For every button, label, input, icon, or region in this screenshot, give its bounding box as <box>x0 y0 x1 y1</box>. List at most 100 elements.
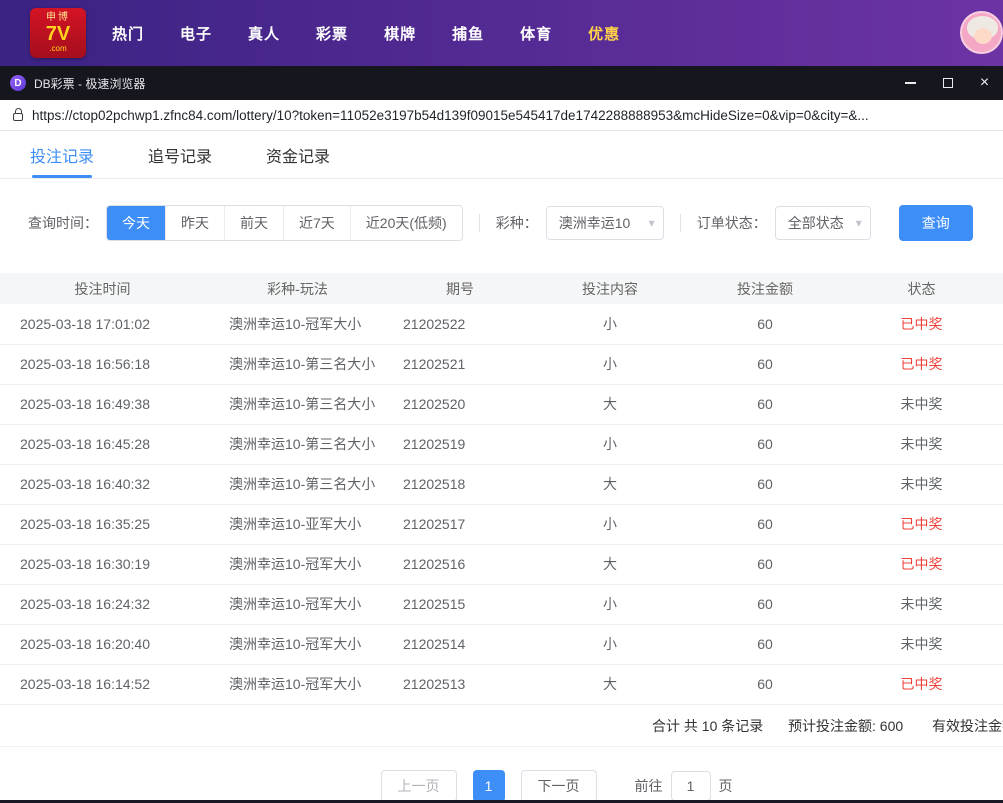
prev-page-button[interactable]: 上一页 <box>380 770 457 802</box>
status-filter-label: 订单状态： <box>696 215 767 231</box>
minimize-button[interactable] <box>892 66 929 100</box>
nav-item-promo[interactable]: 优惠 <box>588 23 620 44</box>
cell-bet-content: 大 <box>530 384 690 425</box>
close-button[interactable]: × <box>966 66 1003 100</box>
table-row: 2025-03-18 16:14:52 澳洲幸运10-冠军大小 21202513… <box>0 664 1003 705</box>
cell-bet-time: 2025-03-18 16:49:38 <box>0 384 205 425</box>
nav-item-live[interactable]: 真人 <box>248 23 280 44</box>
col-header-status: 状态 <box>840 273 1003 304</box>
time-option-day-before[interactable]: 前天 <box>224 206 283 240</box>
cell-bet-amount: 60 <box>690 304 840 345</box>
tab-chase-records[interactable]: 追号记录 <box>148 131 212 178</box>
table-row: 2025-03-18 16:56:18 澳洲幸运10-第三名大小 2120252… <box>0 344 1003 385</box>
logo-text-top: 申博 <box>46 12 70 24</box>
time-option-last-7-days[interactable]: 近7天 <box>283 206 350 240</box>
status-badge: 未中奖 <box>840 464 1003 505</box>
cell-bet-content: 小 <box>530 584 690 625</box>
nav-item-sports[interactable]: 体育 <box>520 23 552 44</box>
nav-item-slots[interactable]: 电子 <box>180 23 212 44</box>
nav-item-hot[interactable]: 热门 <box>112 23 144 44</box>
tab-bar: 投注记录 追号记录 资金记录 <box>0 131 1003 179</box>
filter-bar: 查询时间： 今天 昨天 前天 近7天 近20天(低频) 彩种： 澳洲幸运10 ▾… <box>28 205 1003 241</box>
status-badge: 已中奖 <box>840 344 1003 385</box>
col-header-bet-time: 投注时间 <box>0 273 205 304</box>
app-icon: D <box>10 75 26 91</box>
time-option-yesterday[interactable]: 昨天 <box>165 206 224 240</box>
cell-game-play: 澳洲幸运10-第三名大小 <box>205 384 390 425</box>
cell-game-play: 澳洲幸运10-冠军大小 <box>205 304 390 345</box>
status-badge: 未中奖 <box>840 424 1003 465</box>
cell-bet-time: 2025-03-18 16:40:32 <box>0 464 205 505</box>
cell-bet-content: 小 <box>530 344 690 385</box>
tab-bet-records[interactable]: 投注记录 <box>30 131 94 178</box>
lottery-select-value: 澳洲幸运10 <box>558 215 631 231</box>
address-bar[interactable]: https://ctop02pchwp1.zfnc84.com/lottery/… <box>32 108 869 123</box>
table-row: 2025-03-18 16:40:32 澳洲幸运10-第三名大小 2120251… <box>0 464 1003 505</box>
cell-bet-amount: 60 <box>690 384 840 425</box>
status-badge: 未中奖 <box>840 624 1003 665</box>
total-records-text: 合计 共 10 条记录 <box>652 717 764 734</box>
cell-game-play: 澳洲幸运10-冠军大小 <box>205 584 390 625</box>
nav-item-cards[interactable]: 棋牌 <box>384 23 416 44</box>
chevron-down-icon: ▾ <box>648 216 655 230</box>
cell-game-play: 澳洲幸运10-第三名大小 <box>205 424 390 465</box>
time-option-today[interactable]: 今天 <box>107 206 165 240</box>
status-badge: 已中奖 <box>840 544 1003 585</box>
cell-issue: 21202520 <box>390 384 530 425</box>
maximize-icon <box>942 78 953 88</box>
cell-game-play: 澳洲幸运10-冠军大小 <box>205 544 390 585</box>
order-status-select[interactable]: 全部状态 ▾ <box>774 206 871 240</box>
table-row: 2025-03-18 16:24:32 澳洲幸运10-冠军大小 21202515… <box>0 584 1003 625</box>
cell-bet-amount: 60 <box>690 424 840 465</box>
next-page-button[interactable]: 下一页 <box>520 770 597 802</box>
col-header-game-play: 彩种-玩法 <box>205 273 390 304</box>
cell-issue: 21202517 <box>390 504 530 545</box>
cell-bet-amount: 60 <box>690 504 840 545</box>
cell-issue: 21202515 <box>390 584 530 625</box>
cell-bet-time: 2025-03-18 16:35:25 <box>0 504 205 545</box>
status-badge: 未中奖 <box>840 384 1003 425</box>
nav-item-fishing[interactable]: 捕鱼 <box>452 23 484 44</box>
page-number-1[interactable]: 1 <box>472 770 505 802</box>
goto-label: 前往 <box>634 778 663 794</box>
cell-bet-amount: 60 <box>690 344 840 385</box>
lottery-select[interactable]: 澳洲幸运10 ▾ <box>545 206 664 240</box>
col-header-bet-amount: 投注金额 <box>690 273 840 304</box>
tab-fund-records[interactable]: 资金记录 <box>266 131 330 178</box>
pagination: 上一页 1 下一页 前往 页 <box>0 770 1003 802</box>
cell-bet-content: 小 <box>530 504 690 545</box>
goto-unit-label: 页 <box>718 778 733 794</box>
divider <box>679 214 681 232</box>
logo-text-sub: .com <box>49 43 67 53</box>
cell-bet-time: 2025-03-18 16:20:40 <box>0 624 205 665</box>
cell-issue: 21202518 <box>390 464 530 505</box>
cell-bet-amount: 60 <box>690 584 840 625</box>
query-button[interactable]: 查询 <box>898 205 973 241</box>
col-header-bet-content: 投注内容 <box>530 273 690 304</box>
time-option-last-20-days[interactable]: 近20天(低频) <box>349 206 462 240</box>
cell-bet-content: 大 <box>530 544 690 585</box>
site-logo[interactable]: 申博 7V .com <box>30 8 86 58</box>
table-header-row: 投注时间 彩种-玩法 期号 投注内容 投注金额 状态 <box>0 273 1003 304</box>
cell-game-play: 澳洲幸运10-冠军大小 <box>205 664 390 705</box>
avatar[interactable] <box>960 11 1003 54</box>
cell-bet-content: 大 <box>530 464 690 505</box>
cell-bet-time: 2025-03-18 16:24:32 <box>0 584 205 625</box>
table-row: 2025-03-18 16:30:19 澳洲幸运10-冠军大小 21202516… <box>0 544 1003 585</box>
nav-item-lottery[interactable]: 彩票 <box>316 23 348 44</box>
cell-issue: 21202522 <box>390 304 530 345</box>
cell-bet-time: 2025-03-18 16:56:18 <box>0 344 205 385</box>
lottery-filter-label: 彩种： <box>495 215 538 231</box>
table-row: 2025-03-18 16:45:28 澳洲幸运10-第三名大小 2120251… <box>0 424 1003 465</box>
browser-urlbar: https://ctop02pchwp1.zfnc84.com/lottery/… <box>0 100 1003 131</box>
cell-issue: 21202521 <box>390 344 530 385</box>
table-row: 2025-03-18 16:49:38 澳洲幸运10-第三名大小 2120252… <box>0 384 1003 425</box>
bet-records-table: 投注时间 彩种-玩法 期号 投注内容 投注金额 状态 2025-03-18 17… <box>0 273 1003 705</box>
maximize-button[interactable] <box>929 66 966 100</box>
cell-game-play: 澳洲幸运10-冠军大小 <box>205 624 390 665</box>
goto-page-input[interactable] <box>670 771 711 801</box>
cell-game-play: 澳洲幸运10-第三名大小 <box>205 464 390 505</box>
cell-game-play: 澳洲幸运10-亚军大小 <box>205 504 390 545</box>
expected-bet-amount-text: 预计投注金额: 600 <box>788 717 904 734</box>
browser-titlebar: D DB彩票 - 极速浏览器 × <box>0 66 1003 100</box>
